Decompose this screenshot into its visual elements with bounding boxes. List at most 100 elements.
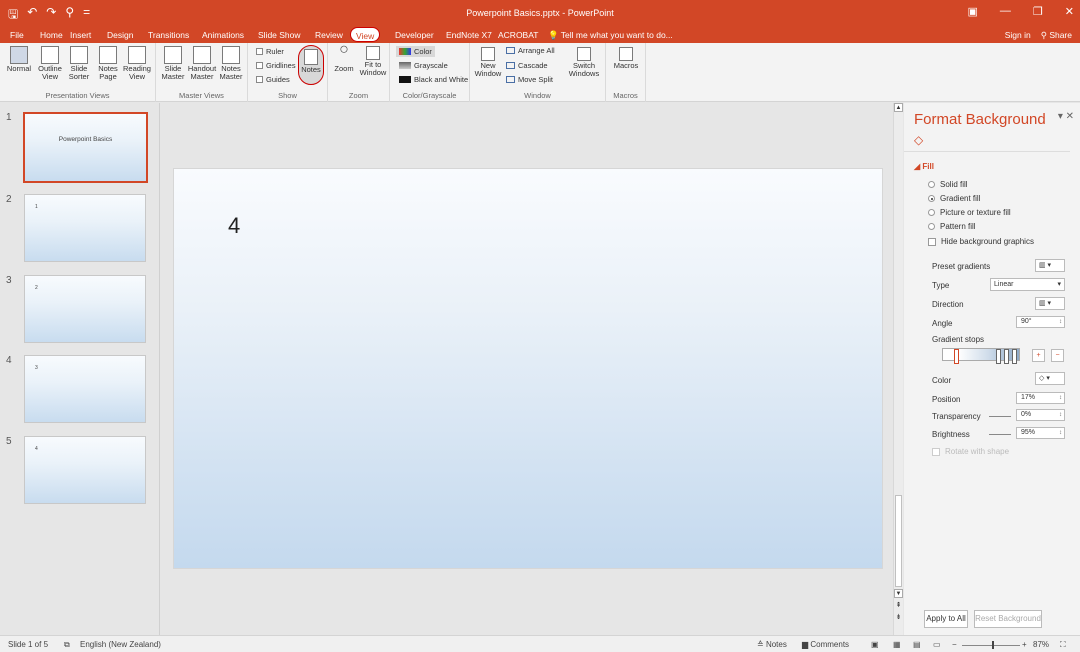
ruler-checkbox[interactable]: Ruler <box>256 47 284 56</box>
zoom-in-icon[interactable]: + <box>1022 640 1027 649</box>
next-slide-icon[interactable]: ⇟ <box>894 613 903 623</box>
tab-file[interactable]: File <box>10 30 24 40</box>
add-gradient-stop-icon[interactable]: + <box>1032 349 1045 362</box>
paint-bucket-icon[interactable]: ◇ <box>914 133 923 147</box>
black-and-white-button[interactable]: Black and White <box>399 75 468 84</box>
vertical-scrollbar[interactable]: ▲ ▼ ⇞ ⇟ <box>893 103 903 635</box>
type-dropdown[interactable]: Linear ▾ <box>990 278 1065 291</box>
fill-section-header[interactable]: ◢ Fill <box>914 162 934 171</box>
brightness-slider[interactable] <box>989 434 1011 435</box>
color-picker-dropdown[interactable]: ◇ ▾ <box>1035 372 1065 385</box>
slide-sorter-button[interactable]: Slide Sorter <box>66 46 92 81</box>
gradient-stop-selected[interactable] <box>954 349 959 364</box>
tab-view[interactable]: View <box>350 27 381 42</box>
solid-fill-radio[interactable]: Solid fill <box>928 180 968 189</box>
restore-icon[interactable]: ❐ <box>1033 5 1043 18</box>
gradient-stop[interactable] <box>996 349 1001 364</box>
reading-view-status-icon[interactable]: ▤ <box>913 640 921 649</box>
tab-animations[interactable]: Animations <box>202 30 244 40</box>
scroll-up-icon[interactable]: ▲ <box>894 103 903 112</box>
gradient-stop[interactable] <box>1012 349 1017 364</box>
slide-text-box[interactable]: 4 <box>228 213 240 239</box>
handout-master-button[interactable]: Handout Master <box>187 46 217 81</box>
zoom-slider-thumb[interactable] <box>992 641 994 649</box>
tab-home[interactable]: Home <box>40 30 63 40</box>
preset-gradients-dropdown[interactable]: ▥ ▾ <box>1035 259 1065 272</box>
picture-fill-radio[interactable]: Picture or texture fill <box>928 208 1011 217</box>
normal-view-button[interactable]: Normal <box>4 46 34 73</box>
notes-master-icon <box>222 46 240 64</box>
tab-developer[interactable]: Developer <box>395 30 434 40</box>
fit-to-window-button[interactable]: Fit to Window <box>358 46 388 77</box>
tab-insert[interactable]: Insert <box>70 30 91 40</box>
gradient-stop[interactable] <box>1004 349 1009 364</box>
outline-view-button[interactable]: Outline View <box>36 46 64 81</box>
angle-spinner[interactable]: 90° <box>1016 316 1065 328</box>
slide-thumbnail-5[interactable]: 4 <box>24 436 146 504</box>
arrange-all-button[interactable]: Arrange All <box>506 46 555 55</box>
slide-thumbnail-3[interactable]: 2 <box>24 275 146 343</box>
tell-me-box[interactable]: 💡 Tell me what you want to do... <box>548 30 673 41</box>
normal-view-status-icon[interactable]: ▣ <box>871 640 879 649</box>
guides-checkbox[interactable]: Guides <box>256 75 290 84</box>
zoom-button[interactable]: ○ Zoom <box>331 42 357 73</box>
previous-slide-icon[interactable]: ⇞ <box>894 601 903 611</box>
apply-to-all-button[interactable]: Apply to All <box>924 610 968 628</box>
zoom-out-icon[interactable]: − <box>952 640 957 649</box>
gridlines-checkbox[interactable]: Gridlines <box>256 61 296 70</box>
brightness-spinner[interactable]: 95% <box>1016 427 1065 439</box>
tab-review[interactable]: Review <box>315 30 343 40</box>
minimize-icon[interactable]: — <box>1000 5 1011 18</box>
new-window-button[interactable]: New Window <box>473 47 503 78</box>
transparency-slider[interactable] <box>989 416 1011 417</box>
gradient-fill-radio[interactable]: Gradient fill <box>928 194 980 203</box>
language-indicator[interactable]: English (New Zealand) <box>80 640 161 649</box>
close-icon[interactable]: ✕ <box>1065 5 1074 18</box>
scroll-down-icon[interactable]: ▼ <box>894 589 903 598</box>
tab-design[interactable]: Design <box>107 30 133 40</box>
spell-check-icon[interactable]: ⧉ <box>64 640 70 650</box>
macros-button[interactable]: Macros <box>610 47 642 70</box>
zoom-level[interactable]: 87% <box>1033 640 1049 649</box>
notes-button[interactable]: Notes <box>298 45 324 85</box>
slide-show-status-icon[interactable]: ▭ <box>933 640 941 649</box>
fit-slide-icon[interactable]: ⛶ <box>1060 640 1066 650</box>
notes-page-button[interactable]: Notes Page <box>94 46 122 81</box>
slide-master-button[interactable]: Slide Master <box>159 46 187 81</box>
reading-view-button[interactable]: Reading View <box>122 46 152 81</box>
notes-master-button[interactable]: Notes Master <box>217 46 245 81</box>
share-button[interactable]: ⚲ Share <box>1041 30 1072 41</box>
cascade-button[interactable]: Cascade <box>506 61 548 70</box>
tab-acrobat[interactable]: ACROBAT <box>498 30 538 40</box>
angle-label: Angle <box>932 319 953 328</box>
switch-windows-button[interactable]: Switch Windows <box>566 47 602 78</box>
position-spinner[interactable]: 17% <box>1016 392 1065 404</box>
slide-thumbnail-2[interactable]: 1 <box>24 194 146 262</box>
pattern-fill-radio[interactable]: Pattern fill <box>928 222 976 231</box>
slide-thumbnail-1[interactable]: Powerpoint Basics <box>23 112 148 183</box>
scrollbar-thumb[interactable] <box>895 495 902 587</box>
remove-gradient-stop-icon[interactable]: − <box>1051 349 1064 362</box>
hide-background-checkbox[interactable]: Hide background graphics <box>928 237 1034 246</box>
current-slide[interactable]: 4 <box>173 168 883 569</box>
zoom-slider[interactable] <box>962 645 1020 646</box>
transparency-spinner[interactable]: 0% <box>1016 409 1065 421</box>
comments-status-button[interactable]: ▆ Comments <box>802 640 849 649</box>
slide-sorter-status-icon[interactable]: ▦ <box>893 640 901 649</box>
move-split-button[interactable]: Move Split <box>506 75 553 84</box>
hide-background-label: Hide background graphics <box>941 237 1034 246</box>
tab-endnote[interactable]: EndNote X7 <box>446 30 492 40</box>
color-button[interactable]: Color <box>396 46 435 57</box>
grayscale-button[interactable]: Grayscale <box>399 61 448 70</box>
tab-slide-show[interactable]: Slide Show <box>258 30 301 40</box>
tab-transitions[interactable]: Transitions <box>148 30 189 40</box>
preset-gradients-label: Preset gradients <box>932 262 991 271</box>
slide-thumbnail-4[interactable]: 3 <box>24 355 146 423</box>
ribbon-display-options-icon[interactable]: ▣ <box>968 5 978 18</box>
rotate-with-shape-checkbox[interactable]: Rotate with shape <box>932 447 1009 456</box>
pane-close-icon[interactable]: ▾ ✕ <box>1058 111 1074 122</box>
reset-background-button[interactable]: Reset Background <box>974 610 1042 628</box>
direction-dropdown[interactable]: ▥ ▾ <box>1035 297 1065 310</box>
notes-status-button[interactable]: ≙ Notes <box>757 640 787 649</box>
sign-in-link[interactable]: Sign in <box>1005 30 1031 41</box>
